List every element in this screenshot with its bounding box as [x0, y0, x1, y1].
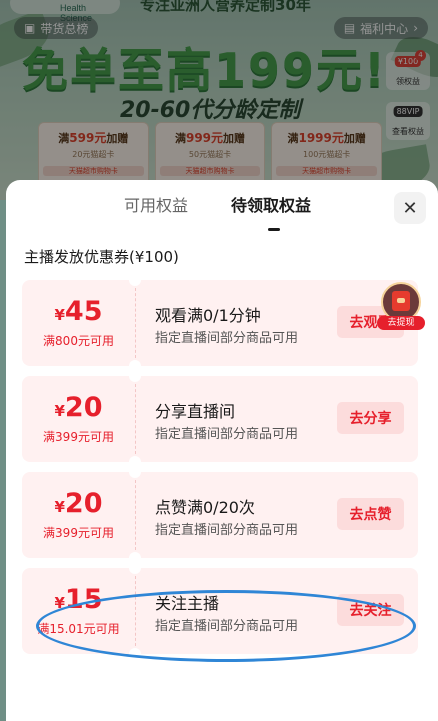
coupon-value: ¥20 满399元可用 [22, 472, 135, 558]
currency-symbol: ¥ [54, 306, 65, 324]
coupon-value: ¥20 满399元可用 [22, 376, 135, 462]
go-share-button[interactable]: 去分享 [337, 402, 404, 434]
coupon-divider [135, 384, 136, 454]
coupon-amount: 20 [64, 488, 103, 519]
coupon-desc: 指定直播间部分商品可用 [155, 427, 299, 442]
tab-available-benefits[interactable]: 可用权益 [124, 192, 188, 216]
tab-pending-benefits[interactable]: 待领取权益 [231, 192, 311, 216]
coupon-divider [135, 288, 136, 358]
coupon-card: ¥20 满399元可用 分享直播间 指定直播间部分商品可用 去分享 [22, 376, 418, 462]
coupon-divider [135, 480, 136, 550]
section-title: 主播发放优惠券(¥100) [24, 248, 179, 266]
coupon-title: 观看满0/1分钟 [155, 306, 261, 325]
coupon-amount: 45 [64, 296, 103, 327]
withdraw-label: 去提现 [377, 316, 425, 330]
coupon-desc: 指定直播间部分商品可用 [155, 523, 299, 538]
currency-symbol: ¥ [54, 402, 65, 420]
coupon-condition: 满399元可用 [43, 526, 114, 540]
coupon-condition: 满399元可用 [43, 430, 114, 444]
active-tab-indicator [268, 228, 280, 231]
modal-backdrop[interactable] [0, 0, 438, 200]
coupon-title: 分享直播间 [155, 402, 236, 421]
coupon-card: ¥45 满800元可用 观看满0/1分钟 指定直播间部分商品可用 去观看 [22, 280, 418, 366]
go-like-button[interactable]: 去点赞 [337, 498, 404, 530]
coupon-desc: 指定直播间部分商品可用 [155, 331, 299, 346]
coupon-card: ¥20 满399元可用 点赞满0/20次 指定直播间部分商品可用 去点赞 [22, 472, 418, 558]
coupon-amount: 20 [64, 392, 103, 423]
coupon-condition: 满800元可用 [43, 334, 114, 348]
money-bag-icon [392, 291, 410, 311]
coupon-value: ¥45 满800元可用 [22, 280, 135, 366]
coupon-title: 点赞满0/20次 [155, 498, 255, 517]
benefit-tabs: 可用权益 待领取权益 [6, 192, 438, 231]
currency-symbol: ¥ [54, 498, 65, 516]
close-icon: ✕ [402, 197, 418, 219]
withdraw-floating-button[interactable]: 去提现 [377, 282, 425, 330]
close-button[interactable]: ✕ [394, 192, 426, 224]
highlight-ellipse [36, 590, 416, 662]
